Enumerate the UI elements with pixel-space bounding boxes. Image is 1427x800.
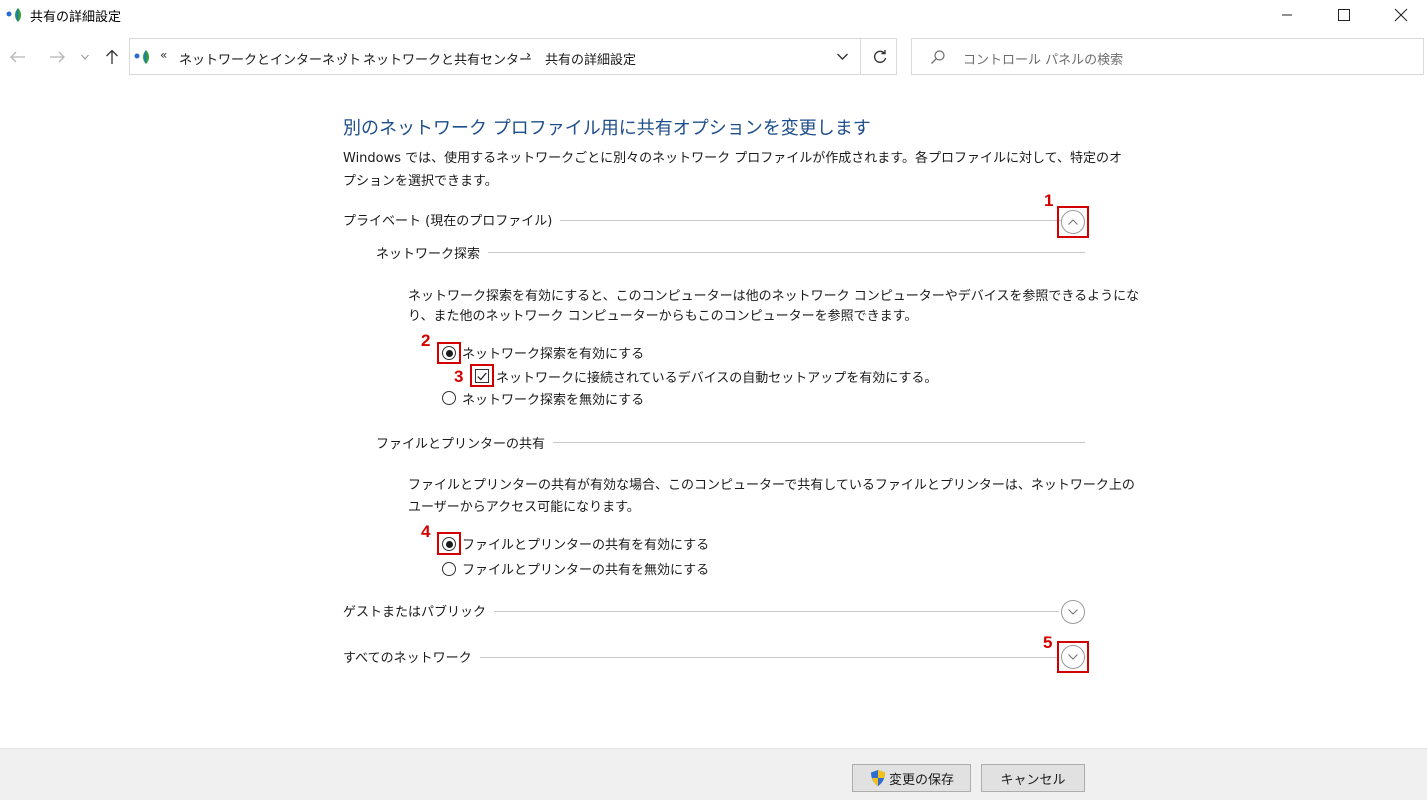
breadcrumb-network-sharing-center[interactable]: ネットワークと共有センター: [363, 49, 532, 68]
guest-expand-button[interactable]: [1061, 600, 1085, 624]
all-networks-header[interactable]: すべてのネットワーク: [343, 647, 480, 666]
network-discovery-off-label[interactable]: ネットワーク探索を無効にする: [462, 389, 644, 408]
file-printer-sharing-heading: ファイルとプリンターの共有: [376, 433, 554, 452]
private-collapse-button[interactable]: [1061, 210, 1085, 234]
network-discovery-on-label[interactable]: ネットワーク探索を有効にする: [462, 343, 644, 362]
breadcrumb-network-internet[interactable]: ネットワークとインターネット: [179, 49, 361, 68]
save-changes-label: 変更の保存: [888, 772, 954, 788]
network-discovery-on-radio[interactable]: [442, 346, 456, 360]
checkmark-icon: [477, 372, 487, 380]
address-bar[interactable]: « ネットワークとインターネット › ネットワークと共有センター › 共有の詳細…: [129, 38, 897, 75]
breadcrumb-separator[interactable]: ›: [343, 48, 348, 62]
file-printer-sharing-description-2: ユーザーからアクセス可能になります。: [408, 500, 640, 515]
breadcrumb-advanced-sharing[interactable]: 共有の詳細設定: [545, 49, 636, 68]
annotation-number-4: 4: [421, 522, 431, 541]
recent-locations-button[interactable]: [76, 44, 94, 70]
forward-button[interactable]: [44, 44, 70, 70]
refresh-icon: [873, 49, 886, 63]
file-printer-sharing-on-label[interactable]: ファイルとプリンターの共有を有効にする: [462, 534, 709, 553]
annotation-number-1: 1: [1044, 191, 1054, 210]
arrow-up-icon: [106, 49, 118, 64]
all-networks-expand-button[interactable]: [1061, 645, 1085, 669]
network-discovery-heading: ネットワーク探索: [376, 243, 489, 262]
footer-bar: 変更の保存 キャンセル: [0, 748, 1427, 800]
chevron-down-icon: [1068, 609, 1078, 615]
file-printer-sharing-off-radio[interactable]: [442, 562, 456, 576]
cancel-label: キャンセル: [1000, 772, 1066, 788]
arrow-left-icon: [10, 51, 25, 63]
address-dropdown-button[interactable]: [826, 39, 858, 74]
auto-setup-checkbox[interactable]: [475, 369, 489, 383]
uac-shield-icon: [870, 770, 885, 786]
close-button[interactable]: [1378, 0, 1424, 30]
annotation-number-3: 3: [454, 367, 464, 386]
annotation-number-2: 2: [421, 331, 431, 350]
chevron-down-icon: [1068, 654, 1078, 660]
refresh-button[interactable]: [860, 39, 898, 74]
intro-text-line-2: プションを選択できます。: [343, 174, 498, 189]
network-discovery-description-2: り、また他のネットワーク コンピューターからもこのコンピューターを参照できます。: [408, 309, 918, 324]
chevron-down-icon: [81, 54, 89, 60]
maximize-button[interactable]: [1321, 0, 1367, 30]
search-icon: [930, 49, 946, 69]
guest-public-profile-header[interactable]: ゲストまたはパブリック: [343, 601, 495, 620]
intro-text-line-1: Windows では、使用するネットワークごとに別々のネットワーク プロファイル…: [343, 151, 1122, 166]
arrow-right-icon: [50, 51, 65, 63]
network-discovery-off-radio[interactable]: [442, 391, 456, 405]
back-button[interactable]: [5, 44, 31, 70]
network-icon: [5, 6, 25, 24]
cancel-button[interactable]: キャンセル: [981, 764, 1085, 792]
title-bar: 共有の詳細設定: [0, 0, 1427, 30]
search-input[interactable]: コントロール パネルの検索: [963, 49, 1123, 68]
chevron-down-icon: [836, 53, 848, 60]
breadcrumb-separator[interactable]: ›: [526, 48, 531, 62]
breadcrumb-overflow[interactable]: «: [160, 48, 167, 62]
search-box[interactable]: コントロール パネルの検索: [911, 38, 1424, 75]
window-title: 共有の詳細設定: [30, 10, 122, 25]
up-button[interactable]: [99, 44, 125, 70]
save-changes-button[interactable]: 変更の保存: [852, 764, 971, 792]
annotation-number-5: 5: [1043, 633, 1053, 652]
file-printer-sharing-on-radio[interactable]: [442, 537, 456, 551]
file-printer-sharing-off-label[interactable]: ファイルとプリンターの共有を無効にする: [462, 559, 709, 578]
chevron-up-icon: [1068, 219, 1078, 225]
private-profile-header[interactable]: プライベート (現在のプロファイル): [343, 210, 561, 229]
network-icon: [133, 48, 153, 66]
minimize-button[interactable]: [1264, 0, 1310, 30]
auto-setup-label[interactable]: ネットワークに接続されているデバイスの自動セットアップを有効にする。: [496, 367, 937, 386]
page-title: 別のネットワーク プロファイル用に共有オプションを変更します: [343, 118, 871, 139]
